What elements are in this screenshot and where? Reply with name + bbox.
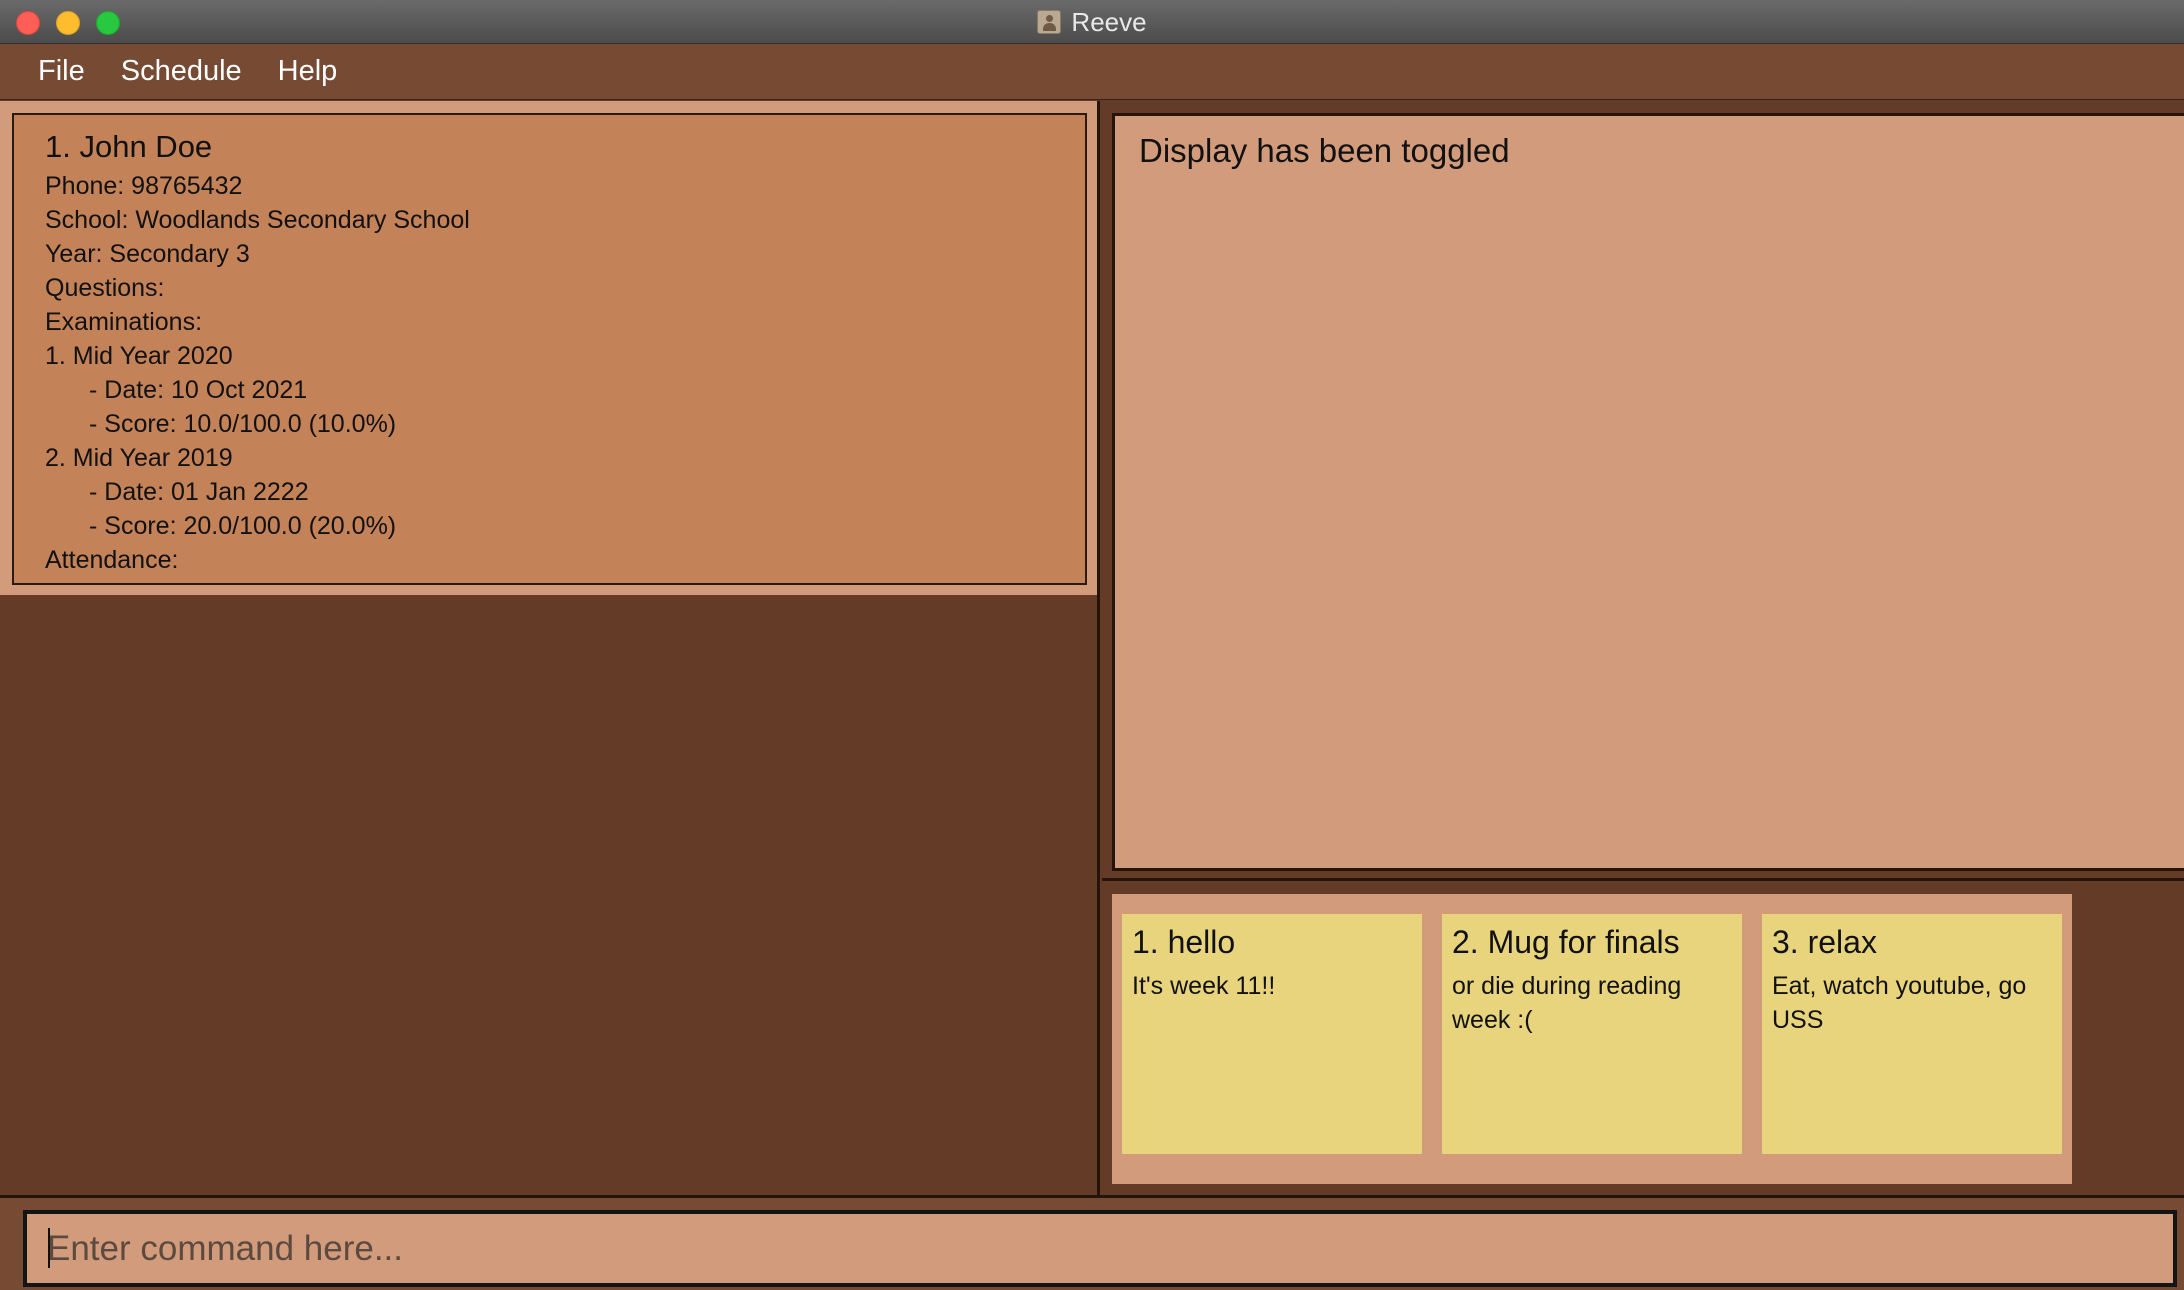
menu-help[interactable]: Help bbox=[260, 44, 356, 100]
student-questions-label: Questions: bbox=[45, 274, 165, 302]
student-list: 1. John Doe Phone: 98765432 School: Wood… bbox=[0, 101, 1097, 595]
note-body: or die during reading week :( bbox=[1452, 972, 1682, 1034]
command-input[interactable] bbox=[23, 1210, 2177, 1287]
note-body: Eat, watch youtube, go USS bbox=[1772, 972, 2027, 1034]
menu-bar: File Schedule Help bbox=[0, 44, 2184, 100]
window-title: Reeve bbox=[1071, 6, 1147, 37]
result-display: Display has been toggled bbox=[1112, 113, 2184, 871]
note-title: 2. Mug for finals bbox=[1452, 924, 1680, 960]
note-title: 3. relax bbox=[1772, 924, 1877, 960]
student-attendance-label: Attendance: bbox=[45, 546, 179, 574]
note-card[interactable]: 1. hello It's week 11!! bbox=[1122, 914, 1422, 1154]
exam-title: 1. Mid Year 2020 bbox=[45, 342, 233, 370]
student-phone: Phone: 98765432 bbox=[45, 172, 243, 200]
window-title-area: Reeve bbox=[0, 0, 2184, 44]
note-card[interactable]: 3. relax Eat, watch youtube, go USS bbox=[1762, 914, 2062, 1154]
student-examinations-label: Examinations: bbox=[45, 308, 203, 336]
title-bar: Reeve bbox=[0, 0, 2184, 44]
note-body: It's week 11!! bbox=[1132, 972, 1276, 1000]
exam-score: - Score: 20.0/100.0 (20.0%) bbox=[89, 512, 397, 540]
student-list-panel: 1. John Doe Phone: 98765432 School: Wood… bbox=[0, 101, 1100, 1195]
student-year: Year: Secondary 3 bbox=[45, 240, 250, 268]
result-message: Display has been toggled bbox=[1139, 132, 1510, 169]
student-name: 1. John Doe bbox=[45, 129, 213, 164]
student-school: School: Woodlands Secondary School bbox=[45, 206, 470, 234]
note-card[interactable]: 2. Mug for finals or die during reading … bbox=[1442, 914, 1742, 1154]
exam-score: - Score: 10.0/100.0 (10.0%) bbox=[89, 410, 397, 438]
notes-list: 1. hello It's week 11!! 2. Mug for final… bbox=[1112, 894, 2072, 1184]
text-caret bbox=[48, 1228, 50, 1268]
notes-panel: 1. hello It's week 11!! 2. Mug for final… bbox=[1102, 884, 2184, 1195]
command-bar bbox=[0, 1195, 2184, 1290]
app-person-icon bbox=[1037, 10, 1062, 34]
student-card[interactable]: 1. John Doe Phone: 98765432 School: Wood… bbox=[12, 113, 1087, 585]
exam-date: - Date: 10 Oct 2021 bbox=[89, 376, 308, 404]
menu-schedule[interactable]: Schedule bbox=[103, 44, 260, 100]
menu-file[interactable]: File bbox=[20, 44, 103, 100]
note-title: 1. hello bbox=[1132, 924, 1236, 960]
result-display-panel: Display has been toggled bbox=[1102, 101, 2184, 881]
exam-title: 2. Mid Year 2019 bbox=[45, 444, 233, 472]
exam-date: - Date: 01 Jan 2222 bbox=[89, 478, 309, 506]
